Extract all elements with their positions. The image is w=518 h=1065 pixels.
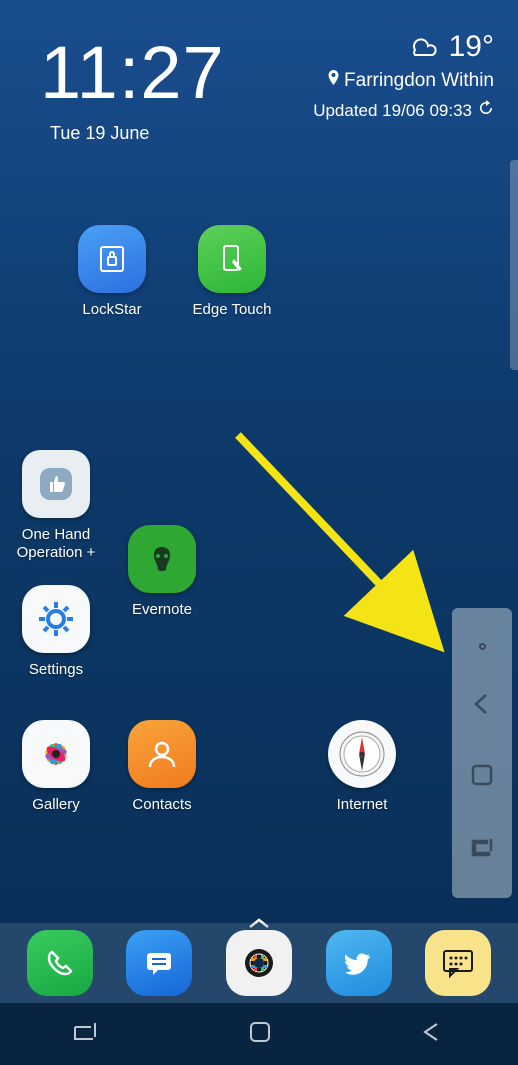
app-label: LockStar bbox=[82, 301, 141, 319]
evernote-icon bbox=[128, 525, 196, 593]
nav-recents-button[interactable] bbox=[73, 1021, 101, 1048]
app-one-hand-operation[interactable]: One Hand Operation + bbox=[4, 450, 108, 562]
app-label: Gallery bbox=[32, 796, 80, 814]
nav-back-button[interactable] bbox=[419, 1021, 445, 1048]
cloud-icon bbox=[405, 30, 439, 64]
floating-nav-panel[interactable] bbox=[452, 608, 512, 898]
dock-messages[interactable] bbox=[126, 930, 192, 996]
app-settings[interactable]: Settings bbox=[4, 585, 108, 679]
edge-touch-icon bbox=[198, 225, 266, 293]
app-label: One Hand Operation + bbox=[4, 526, 108, 562]
app-label: Settings bbox=[29, 661, 83, 679]
dock-camera[interactable] bbox=[226, 930, 292, 996]
dock-twitter[interactable] bbox=[326, 930, 392, 996]
contacts-icon bbox=[128, 720, 196, 788]
location-pin-icon bbox=[327, 70, 340, 92]
dock-bbm[interactable] bbox=[425, 930, 491, 996]
dock bbox=[0, 923, 518, 1003]
location-text: Farringdon Within bbox=[344, 70, 494, 92]
system-navbar bbox=[0, 1003, 518, 1065]
app-lockstar[interactable]: LockStar bbox=[60, 225, 164, 319]
weather-widget[interactable]: 19° Farringdon Within Updated 19/06 09:3… bbox=[313, 30, 494, 121]
app-gallery[interactable]: Gallery bbox=[4, 720, 108, 814]
app-label: Contacts bbox=[132, 796, 191, 814]
internet-icon bbox=[328, 720, 396, 788]
app-label: Internet bbox=[337, 796, 388, 814]
refresh-icon[interactable] bbox=[478, 100, 494, 121]
thumbs-up-icon bbox=[22, 450, 90, 518]
app-contacts[interactable]: Contacts bbox=[110, 720, 214, 814]
lockstar-icon bbox=[78, 225, 146, 293]
app-evernote[interactable]: Evernote bbox=[110, 525, 214, 619]
settings-icon bbox=[22, 585, 90, 653]
nav-home-button[interactable] bbox=[248, 1020, 272, 1049]
clock-date[interactable]: Tue 19 June bbox=[50, 123, 149, 144]
nav-recents-button[interactable] bbox=[469, 833, 495, 864]
app-edge-touch[interactable]: Edge Touch bbox=[180, 225, 284, 319]
panel-handle-dot[interactable] bbox=[479, 643, 486, 650]
nav-back-button[interactable] bbox=[469, 691, 495, 722]
temperature: 19° bbox=[449, 30, 494, 64]
app-internet[interactable]: Internet bbox=[310, 720, 414, 814]
app-label: Edge Touch bbox=[193, 301, 272, 319]
home-apps: LockStar Edge Touch One Hand Operation +… bbox=[0, 225, 518, 935]
clock-time[interactable]: 11:27 bbox=[40, 30, 225, 115]
nav-home-button[interactable] bbox=[470, 763, 494, 792]
updated-text: Updated 19/06 09:33 bbox=[313, 101, 472, 121]
status-header: 11:27 19° Farringdon Within Updated 19/0… bbox=[0, 0, 518, 154]
dock-phone[interactable] bbox=[27, 930, 93, 996]
gallery-icon bbox=[22, 720, 90, 788]
app-label: Evernote bbox=[132, 601, 192, 619]
